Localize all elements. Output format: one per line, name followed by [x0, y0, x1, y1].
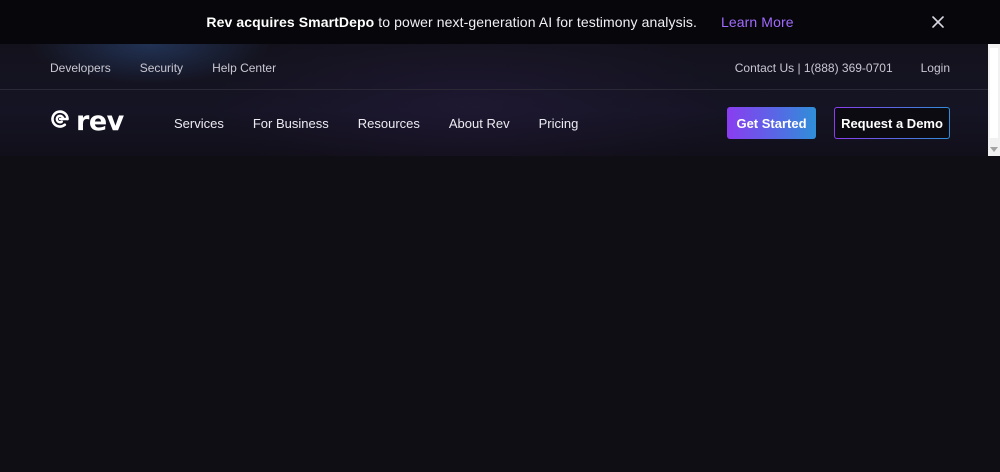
utility-nav-left: Developers Security Help Center: [50, 61, 305, 75]
utility-nav: Developers Security Help Center Contact …: [0, 44, 988, 90]
request-demo-button[interactable]: Request a Demo: [834, 107, 950, 139]
page-content: [0, 156, 1000, 472]
announcement-bar: Rev acquires SmartDepo to power next-gen…: [0, 0, 1000, 44]
utility-link-help-center[interactable]: Help Center: [212, 61, 276, 75]
rev-wordmark: rev: [76, 105, 124, 137]
main-nav-links: Services For Business Resources About Re…: [174, 116, 607, 131]
scrollbar[interactable]: [988, 44, 1000, 156]
utility-nav-right: Contact Us | 1(888) 369-0701 Login: [735, 61, 950, 75]
nav-item-resources[interactable]: Resources: [358, 116, 420, 131]
get-started-button[interactable]: Get Started: [727, 107, 816, 139]
learn-more-link[interactable]: Learn More: [721, 14, 794, 30]
login-link[interactable]: Login: [921, 61, 950, 75]
site-header: Developers Security Help Center Contact …: [0, 44, 988, 156]
close-icon[interactable]: [928, 12, 948, 32]
rev-logo[interactable]: rev: [50, 105, 124, 137]
nav-item-about-rev[interactable]: About Rev: [449, 116, 510, 131]
utility-link-developers[interactable]: Developers: [50, 61, 111, 75]
announcement-bold: Rev acquires SmartDepo: [206, 14, 375, 30]
nav-item-pricing[interactable]: Pricing: [539, 116, 579, 131]
scroll-down-icon[interactable]: [990, 147, 998, 152]
contact-us-link[interactable]: Contact Us | 1(888) 369-0701: [735, 61, 893, 75]
announcement-text: to power next-generation AI for testimon…: [374, 14, 698, 30]
scrollbar-thumb[interactable]: [990, 48, 998, 138]
nav-item-for-business[interactable]: For Business: [253, 116, 329, 131]
nav-item-services[interactable]: Services: [174, 116, 224, 131]
utility-link-security[interactable]: Security: [140, 61, 183, 75]
rev-logo-icon: [50, 109, 70, 134]
page: Rev acquires SmartDepo to power next-gen…: [0, 0, 1000, 472]
main-nav: rev Services For Business Resources Abou…: [0, 91, 988, 155]
announcement-message: Rev acquires SmartDepo to power next-gen…: [206, 14, 697, 30]
